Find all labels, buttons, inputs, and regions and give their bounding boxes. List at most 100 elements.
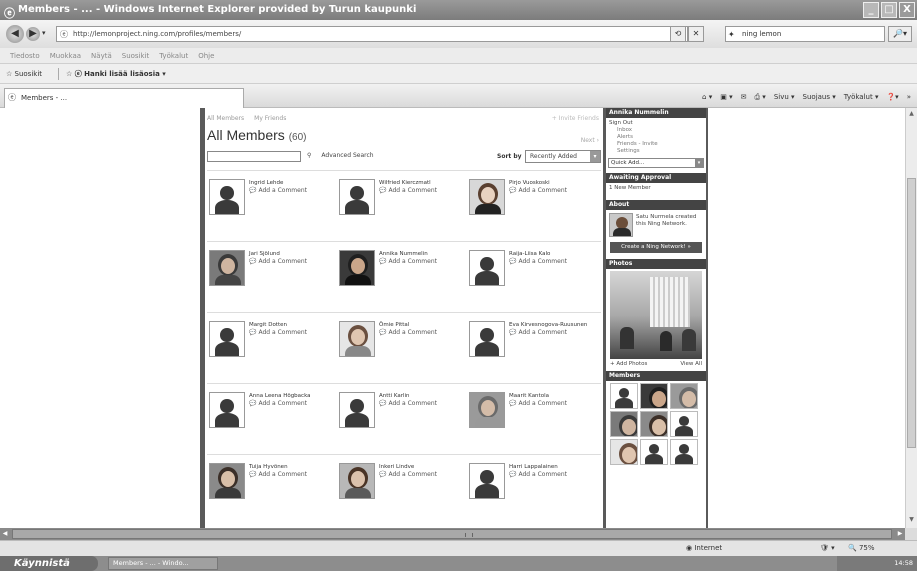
mail-button[interactable]: ✉ — [741, 90, 747, 104]
member-avatar[interactable] — [339, 392, 375, 428]
member-name-link[interactable]: Ingrid Lehde — [249, 180, 283, 186]
subnav-all-members[interactable]: All Members — [207, 115, 244, 122]
scroll-down-icon[interactable]: ▼ — [907, 516, 916, 526]
member-avatar[interactable] — [209, 250, 245, 286]
add-comment-link[interactable]: 💬 Add a Comment — [379, 471, 437, 478]
member-name-link[interactable]: Annika Nummelin — [379, 251, 428, 257]
menu-view[interactable]: Näytä — [91, 48, 112, 63]
new-member-link[interactable]: 1 New Member — [609, 185, 703, 192]
search-input[interactable]: ✦ ning lemon — [725, 26, 885, 42]
vertical-scrollbar[interactable]: ▲ ▼ — [905, 108, 917, 528]
member-avatar[interactable] — [469, 392, 505, 428]
member-avatar[interactable] — [469, 250, 505, 286]
add-comment-link[interactable]: 💬 Add a Comment — [379, 400, 437, 407]
scroll-up-icon[interactable]: ▲ — [907, 110, 916, 120]
sidebar-member-thumb[interactable] — [640, 411, 668, 437]
member-avatar[interactable] — [339, 321, 375, 357]
add-comment-link[interactable]: 💬 Add a Comment — [249, 400, 307, 407]
help-menu[interactable]: ❓▾ — [886, 90, 898, 104]
add-comment-link[interactable]: 💬 Add a Comment — [249, 187, 307, 194]
address-bar[interactable]: ⓔ http://lemonproject.ning.com/profiles/… — [56, 26, 688, 42]
member-avatar[interactable] — [339, 463, 375, 499]
settings-link[interactable]: Settings — [609, 148, 703, 155]
member-avatar[interactable] — [209, 321, 245, 357]
member-name-link[interactable]: Ömie Pittal — [379, 322, 409, 328]
sidebar-member-thumb[interactable] — [670, 411, 698, 437]
feeds-button[interactable]: ▣ ▾ — [720, 90, 732, 104]
menu-file[interactable]: Tiedosto — [10, 48, 40, 63]
menu-help[interactable]: Ohje — [198, 48, 214, 63]
more-commands[interactable]: » — [907, 90, 911, 104]
safety-menu[interactable]: Suojaus ▾ — [803, 90, 836, 104]
member-avatar[interactable] — [209, 179, 245, 215]
home-button[interactable]: ⌂ ▾ — [702, 90, 712, 104]
sidebar-member-thumb[interactable] — [640, 439, 668, 465]
sort-select[interactable]: Recently Added ▾ — [525, 150, 601, 163]
menu-tools[interactable]: Työkalut — [159, 48, 188, 63]
favorites-button[interactable]: ☆ Suosikit — [6, 64, 42, 84]
tools-menu[interactable]: Työkalut ▾ — [844, 90, 879, 104]
add-comment-link[interactable]: 💬 Add a Comment — [379, 329, 437, 336]
stop-button[interactable]: ✕ — [688, 26, 704, 42]
forward-button[interactable]: ▶ — [26, 27, 40, 41]
sidebar-member-thumb[interactable] — [610, 411, 638, 437]
scroll-thumb[interactable] — [907, 178, 916, 448]
get-addons-link[interactable]: ☆ ⓔ Hanki lisää lisäosia ▾ — [66, 64, 166, 84]
member-avatar[interactable] — [469, 179, 505, 215]
add-comment-link[interactable]: 💬 Add a Comment — [509, 471, 567, 478]
user-box-head[interactable]: Annika Nummelin — [606, 108, 706, 118]
member-name-link[interactable]: Raija-Liisa Kalo — [509, 251, 550, 257]
security-button[interactable]: 🛡 ▾ — [820, 541, 835, 556]
tab-members[interactable]: ⓔ Members - ... — [4, 88, 244, 108]
friends-invite-link[interactable]: Friends - Invite — [609, 141, 703, 148]
menu-edit[interactable]: Muokkaa — [50, 48, 81, 63]
scroll-left-icon[interactable]: ◀ — [0, 529, 10, 539]
zoom-level[interactable]: 🔍 75% — [848, 541, 875, 556]
featured-photo[interactable] — [610, 271, 702, 359]
member-name-link[interactable]: Tuija Hyvönen — [249, 464, 288, 470]
member-avatar[interactable] — [469, 463, 505, 499]
member-name-link[interactable]: Anna Leena Högbacka — [249, 393, 311, 399]
search-icon[interactable]: ⚲ — [307, 152, 311, 159]
member-name-link[interactable]: Maarit Kantola — [509, 393, 549, 399]
maximize-button[interactable]: □ — [881, 2, 897, 18]
member-avatar[interactable] — [209, 392, 245, 428]
member-name-link[interactable]: Harri Lappalainen — [509, 464, 558, 470]
member-avatar[interactable] — [339, 250, 375, 286]
sidebar-member-thumb[interactable] — [670, 383, 698, 409]
alerts-link[interactable]: Alerts — [609, 134, 703, 141]
member-name-link[interactable]: Jari Sjölund — [249, 251, 280, 257]
history-dropdown-icon[interactable]: ▾ — [42, 29, 46, 37]
member-name-link[interactable]: Margit Dotten — [249, 322, 287, 328]
taskbar-ie-task[interactable]: Members - ... - Windo... — [108, 557, 218, 570]
creator-avatar[interactable] — [609, 213, 633, 237]
invite-friends-link[interactable]: + Invite Friends — [552, 115, 599, 122]
add-comment-link[interactable]: 💬 Add a Comment — [249, 258, 307, 265]
back-button[interactable]: ◀ — [6, 25, 24, 43]
member-search-input[interactable] — [207, 151, 301, 162]
hscroll-thumb[interactable] — [12, 529, 892, 539]
add-comment-link[interactable]: 💬 Add a Comment — [379, 187, 437, 194]
close-button[interactable]: X — [899, 2, 915, 18]
member-name-link[interactable]: Eva Kirvesnogova-Ruusunen — [509, 322, 587, 328]
view-all-photos-link[interactable]: View All — [680, 361, 702, 367]
member-avatar[interactable] — [469, 321, 505, 357]
menu-favorites[interactable]: Suosikit — [122, 48, 150, 63]
sidebar-member-thumb[interactable] — [610, 383, 638, 409]
quick-add-select[interactable]: Quick Add... ▾ — [608, 158, 704, 168]
add-comment-link[interactable]: 💬 Add a Comment — [249, 471, 307, 478]
add-comment-link[interactable]: 💬 Add a Comment — [509, 329, 567, 336]
member-name-link[interactable]: Pirjo Vuoskoski — [509, 180, 550, 186]
member-avatar[interactable] — [209, 463, 245, 499]
member-name-link[interactable]: Wilfried Kierczmatl — [379, 180, 431, 186]
add-comment-link[interactable]: 💬 Add a Comment — [509, 258, 567, 265]
create-network-button[interactable]: Create a Ning Network! » — [610, 242, 702, 253]
member-avatar[interactable] — [339, 179, 375, 215]
print-button[interactable]: ⎙ ▾ — [754, 90, 765, 104]
add-photos-link[interactable]: + Add Photos — [610, 361, 647, 367]
member-name-link[interactable]: Inkeri Lindve — [379, 464, 414, 470]
next-page-link[interactable]: Next › — [581, 137, 599, 144]
member-name-link[interactable]: Antti Karlin — [379, 393, 410, 399]
sidebar-member-thumb[interactable] — [640, 383, 668, 409]
add-comment-link[interactable]: 💬 Add a Comment — [249, 329, 307, 336]
